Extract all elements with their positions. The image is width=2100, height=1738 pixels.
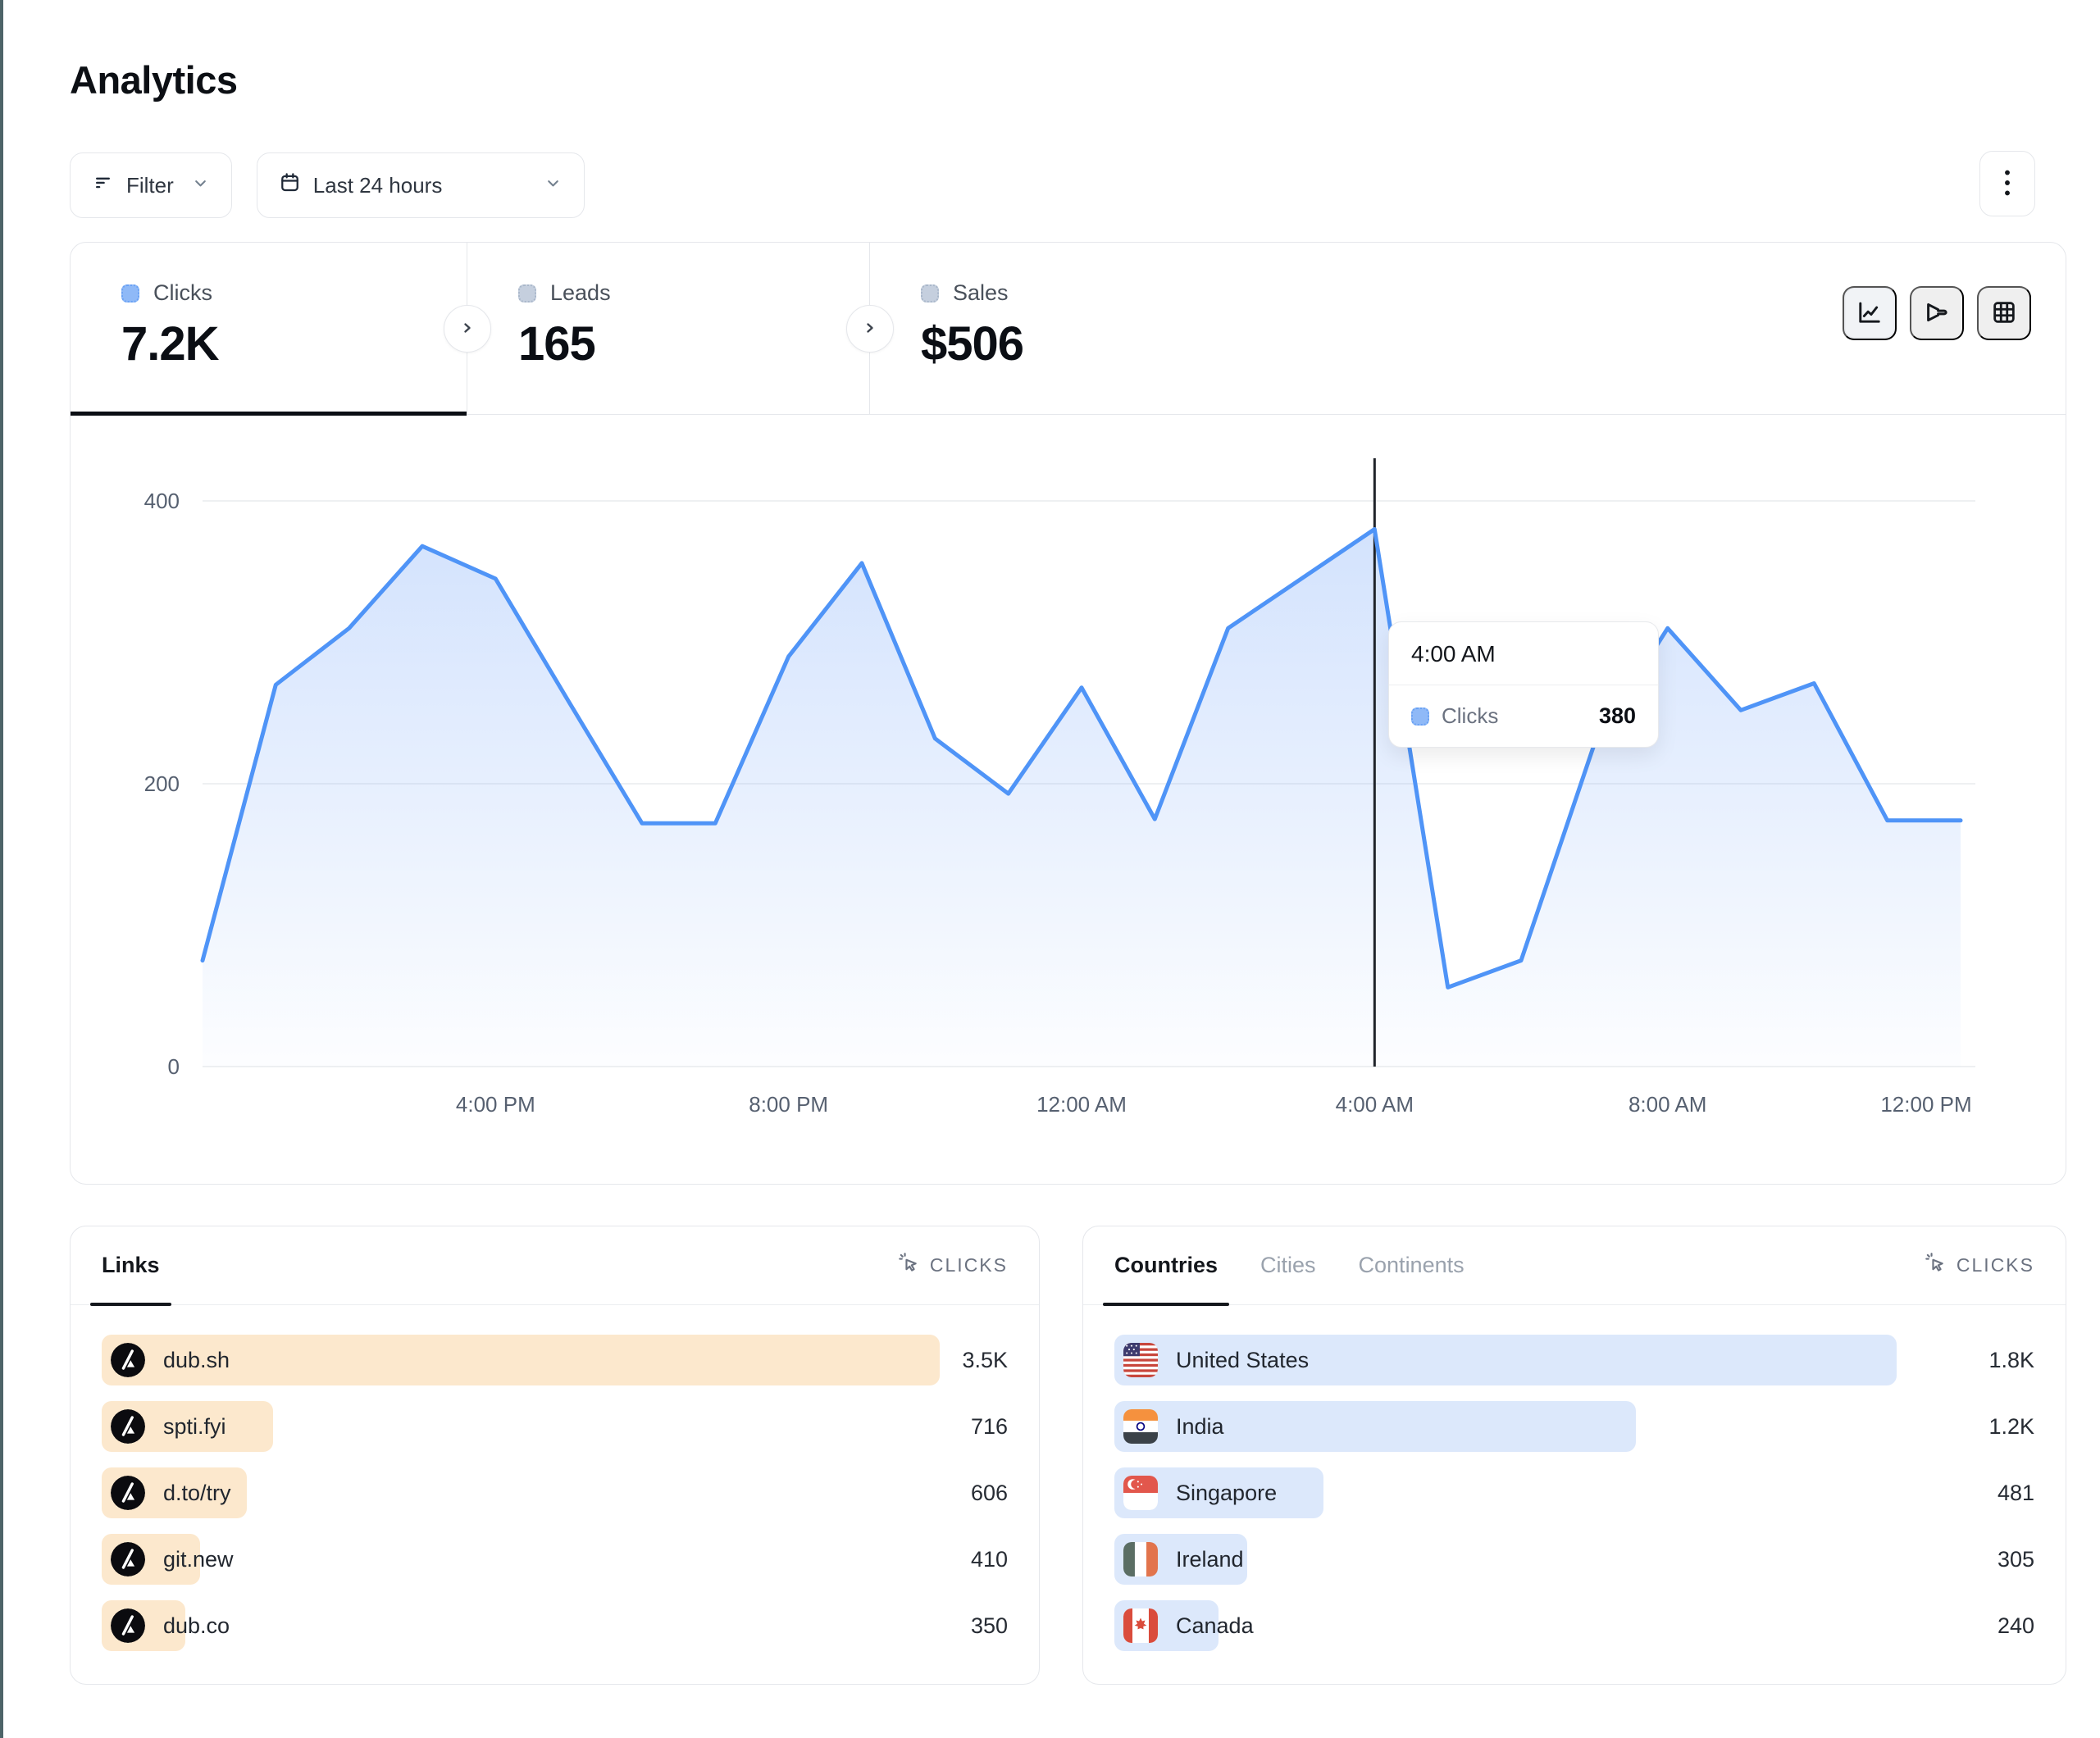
item-label: dub.sh	[163, 1348, 230, 1373]
chevron-right-icon	[458, 318, 477, 340]
toolbar: Filter Last 24 hours	[70, 152, 585, 218]
tab-continents[interactable]: Continents	[1359, 1226, 1465, 1304]
tooltip-series-label: Clicks	[1442, 703, 1498, 729]
list-item[interactable]: spti.fyi 716	[102, 1401, 1008, 1452]
tooltip-value: 380	[1599, 703, 1636, 729]
page-title: Analytics	[70, 57, 237, 102]
x-axis-tick: 12:00 AM	[1036, 1092, 1127, 1117]
filter-label: Filter	[126, 173, 174, 198]
countries-metric-label: CLICKS	[1957, 1254, 2034, 1276]
countries-panel: Countries Cities Continents CLICKS Unite…	[1082, 1226, 2066, 1685]
kebab-menu-icon	[1997, 169, 2018, 199]
list-item[interactable]: United States 1.8K	[1114, 1335, 2034, 1385]
x-axis-tick: 8:00 AM	[1629, 1092, 1706, 1117]
expand-leads-sales-button[interactable]	[846, 305, 894, 353]
list-item[interactable]: dub.co 350	[102, 1600, 1008, 1651]
links-metric-selector[interactable]: CLICKS	[898, 1252, 1008, 1279]
item-label: India	[1176, 1414, 1224, 1440]
item-value: 410	[971, 1547, 1008, 1572]
grid-table-icon	[1991, 299, 2017, 328]
list-item[interactable]: Ireland 305	[1114, 1534, 2034, 1585]
item-label: Ireland	[1176, 1547, 1244, 1572]
y-axis-tick: 400	[144, 489, 180, 513]
countries-metric-selector[interactable]: CLICKS	[1925, 1252, 2034, 1279]
item-value: 716	[971, 1414, 1008, 1440]
item-label: dub.co	[163, 1613, 230, 1639]
list-item[interactable]: d.to/try 606	[102, 1467, 1008, 1518]
item-label: git.new	[163, 1547, 234, 1572]
funnel-view-button[interactable]	[1910, 286, 1964, 340]
item-label: Canada	[1176, 1613, 1254, 1639]
item-value: 240	[1998, 1613, 2034, 1639]
flag-ca-icon	[1123, 1608, 1158, 1643]
y-axis-tick: 0	[168, 1054, 180, 1079]
dub-logo-icon	[111, 1608, 145, 1643]
flag-sg-icon	[1123, 1476, 1158, 1510]
chevron-right-icon	[860, 318, 880, 340]
analytics-chart-card: Clicks 7.2K Leads 165 Sales $506	[70, 242, 2066, 1185]
chart-tooltip: 4:00 AM Clicks 380	[1388, 621, 1659, 748]
funnel-icon	[1924, 299, 1950, 328]
tab-links[interactable]: Links	[102, 1226, 160, 1304]
x-axis-tick: 4:00 PM	[456, 1092, 535, 1117]
item-value: 3.5K	[962, 1348, 1008, 1373]
item-value: 1.2K	[1988, 1414, 2034, 1440]
clicks-legend-square	[1411, 707, 1429, 726]
line-chart-view-button[interactable]	[1843, 286, 1897, 340]
date-range-button[interactable]: Last 24 hours	[257, 152, 585, 218]
x-axis-tick: 12:00 PM	[1880, 1092, 1971, 1117]
item-value: 305	[1998, 1547, 2034, 1572]
item-label: spti.fyi	[163, 1414, 226, 1440]
list-item[interactable]: dub.sh 3.5K	[102, 1335, 1008, 1385]
expand-clicks-leads-button[interactable]	[444, 305, 491, 353]
line-chart-icon	[1856, 299, 1883, 328]
area-fill	[203, 530, 1961, 1067]
filter-lines-icon	[92, 171, 114, 199]
table-view-button[interactable]	[1977, 286, 2031, 340]
links-metric-label: CLICKS	[930, 1254, 1008, 1276]
y-axis-tick: 200	[144, 771, 180, 796]
tooltip-time: 4:00 AM	[1389, 622, 1658, 685]
dub-logo-icon	[111, 1343, 145, 1377]
item-label: Singapore	[1176, 1481, 1277, 1506]
clicks-chart[interactable]: 0 200 400 4:00 PM 8:00 PM 12:00 AM 4:00 AM 8:00…	[71, 243, 2067, 1184]
cursor-click-icon	[1925, 1252, 1947, 1279]
item-value: 1.8K	[1988, 1348, 2034, 1373]
chevron-down-icon	[544, 173, 563, 198]
item-label: United States	[1176, 1348, 1309, 1373]
flag-ie-icon	[1123, 1542, 1158, 1576]
chevron-down-icon	[191, 173, 210, 198]
tab-cities[interactable]: Cities	[1260, 1226, 1316, 1304]
tab-countries[interactable]: Countries	[1114, 1226, 1218, 1304]
x-axis-tick: 4:00 AM	[1336, 1092, 1414, 1117]
links-panel: Links CLICKS dub.sh 3.5K spti.fyi 716 d.to/t…	[70, 1226, 1040, 1685]
date-range-label: Last 24 hours	[313, 173, 443, 198]
item-value: 350	[971, 1613, 1008, 1639]
calendar-icon	[279, 171, 301, 199]
flag-us-icon	[1123, 1343, 1158, 1377]
item-value: 481	[1998, 1481, 2034, 1506]
list-item[interactable]: India 1.2K	[1114, 1401, 2034, 1452]
x-axis-tick: 8:00 PM	[749, 1092, 828, 1117]
more-options-button[interactable]	[1979, 151, 2035, 216]
chart-type-switcher	[1843, 286, 2031, 340]
list-item[interactable]: Singapore 481	[1114, 1467, 2034, 1518]
dub-logo-icon	[111, 1542, 145, 1576]
left-accent-strip	[0, 0, 3, 1738]
dub-logo-icon	[111, 1409, 145, 1444]
flag-in-icon	[1123, 1409, 1158, 1444]
cursor-click-icon	[898, 1252, 920, 1279]
item-label: d.to/try	[163, 1481, 231, 1506]
item-value: 606	[971, 1481, 1008, 1506]
filter-button[interactable]: Filter	[70, 152, 232, 218]
list-item[interactable]: git.new 410	[102, 1534, 1008, 1585]
list-item[interactable]: Canada 240	[1114, 1600, 2034, 1651]
dub-logo-icon	[111, 1476, 145, 1510]
